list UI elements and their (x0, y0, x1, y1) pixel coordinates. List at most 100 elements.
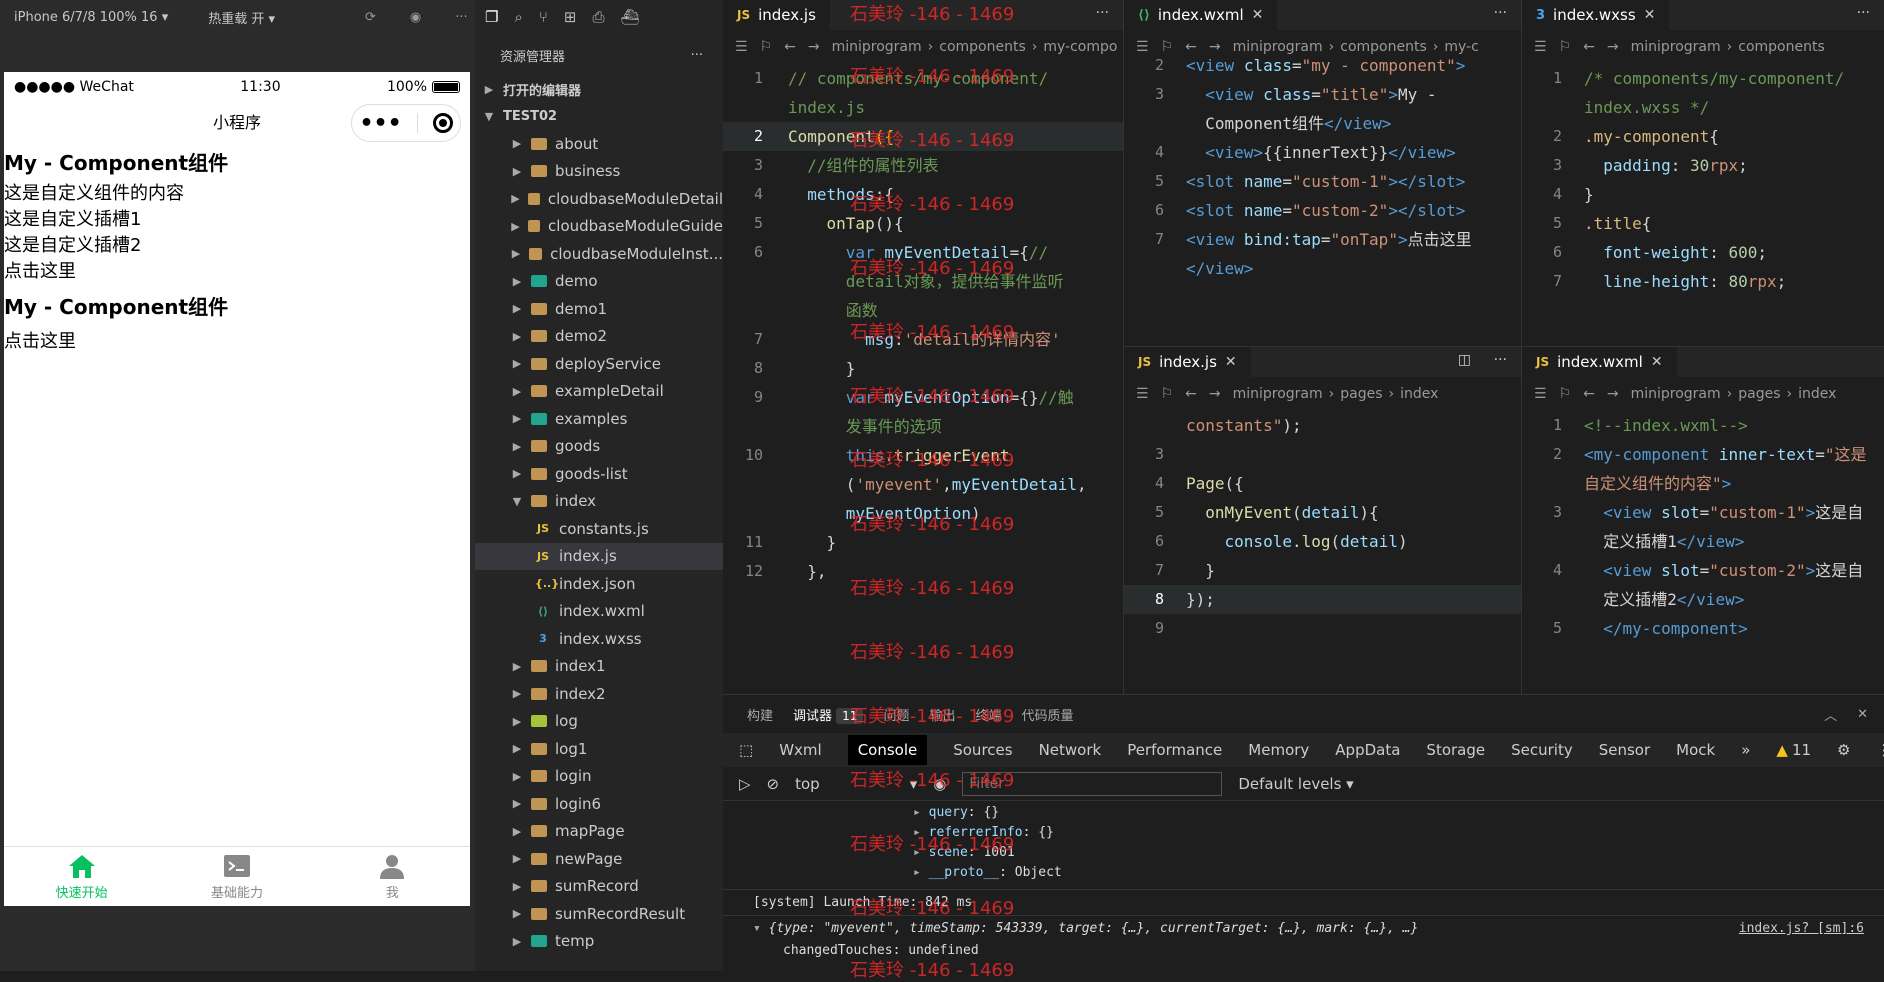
back-icon[interactable]: ← (1583, 39, 1595, 55)
code-line[interactable]: 7<view bind:tap="onTap">点击这里 (1124, 225, 1521, 254)
code-line[interactable]: detail对象，提供给事件监听 (723, 267, 1123, 296)
code-line[interactable]: 函数 (723, 296, 1123, 325)
capsule-menu[interactable]: ••• (351, 104, 461, 142)
tab-basic[interactable]: 基础能力 (159, 847, 314, 906)
tree-item[interactable]: ▶goods-list (475, 460, 723, 488)
breadcrumb-item[interactable]: components (1738, 39, 1825, 55)
forward-icon[interactable]: → (808, 39, 820, 55)
bookmark-icon[interactable]: ⚐ (760, 39, 773, 55)
code-line[interactable]: 6 font-weight: 600; (1522, 238, 1884, 267)
code-line[interactable]: 5<slot name="custom-1"></slot> (1124, 167, 1521, 196)
clear-icon[interactable]: ⊘ (767, 775, 780, 793)
tree-item[interactable]: {..}index.json (475, 570, 723, 598)
sidebar-toggle-icon[interactable]: ▷ (739, 775, 751, 793)
tab-index-js[interactable]: JS index.js (723, 0, 830, 30)
collapse-icon[interactable]: ︿ (1824, 705, 1837, 724)
code-line[interactable]: 7 } (1124, 556, 1521, 585)
tab-output[interactable]: 输出 (929, 705, 955, 724)
tab-index-wxss[interactable]: 3 index.wxss ✕ (1522, 0, 1669, 30)
code-line[interactable]: 2<view class="my - component"> (1124, 51, 1521, 80)
more-icon[interactable]: ··· (1857, 5, 1870, 21)
inspect-icon[interactable]: ⬚ (739, 741, 753, 759)
project-section[interactable]: ▼ TEST02 (475, 103, 723, 130)
settings-icon[interactable]: ⚙ (1837, 741, 1850, 759)
refresh-icon[interactable]: ⟳ (365, 10, 376, 25)
tree-item[interactable]: ▶demo2 (475, 323, 723, 351)
close-icon[interactable]: ✕ (1644, 7, 1656, 23)
tree-item[interactable]: ▶cloudbaseModuleGuide (475, 213, 723, 241)
breadcrumb-item[interactable]: my-compo (1043, 39, 1117, 55)
bookmark-icon[interactable]: ⚐ (1161, 386, 1174, 402)
devtools-tab-network[interactable]: Network (1039, 741, 1102, 759)
breadcrumb-item[interactable]: miniprogram (1631, 386, 1721, 402)
tree-item[interactable]: ▶examples (475, 405, 723, 433)
open-editors-section[interactable]: ▶ 打开的编辑器 (475, 76, 723, 103)
list-icon[interactable]: ☰ (735, 39, 748, 55)
tree-item[interactable]: ⟨⟩index.wxml (475, 598, 723, 626)
tree-item[interactable]: ▶about (475, 130, 723, 158)
debug-icon[interactable]: ⎙ (592, 8, 604, 26)
breadcrumb-item[interactable]: index (1400, 386, 1438, 402)
tree-item[interactable]: ▶cloudbaseModuleInst... (475, 240, 723, 268)
bookmark-icon[interactable]: ⚐ (1559, 386, 1572, 402)
code-line[interactable]: 5 </my-component> (1522, 614, 1884, 643)
tree-item[interactable]: ▶index2 (475, 680, 723, 708)
tree-item[interactable]: ▶newPage (475, 845, 723, 873)
levels-select[interactable]: Default levels ▾ (1238, 775, 1353, 793)
more-icon[interactable]: ··· (1494, 352, 1507, 368)
breadcrumb-item[interactable]: pages (1738, 386, 1780, 402)
event-log[interactable]: ▾ {type: "myevent", timeStamp: 543339, t… (723, 915, 1884, 941)
code-line[interactable]: 4Page({ (1124, 469, 1521, 498)
devtools-tab-storage[interactable]: Storage (1426, 741, 1485, 759)
code-line[interactable]: 7 line-height: 80rpx; (1522, 267, 1884, 296)
console-property[interactable]: ▸ __proto__: Object (913, 863, 1884, 883)
code-line[interactable]: 5 onMyEvent(detail){ (1124, 498, 1521, 527)
code-line[interactable]: 8}); (1124, 585, 1521, 614)
close-icon[interactable]: ✕ (1252, 7, 1264, 23)
tree-item[interactable]: ▶deployService (475, 350, 723, 378)
code-line[interactable]: 3 //组件的属性列表 (723, 151, 1123, 180)
tree-item[interactable]: ▶sumRecord (475, 873, 723, 901)
tab-build[interactable]: 构建 (747, 705, 773, 724)
code-line[interactable]: 3 padding: 30rpx; (1522, 151, 1884, 180)
more-icon[interactable]: ··· (691, 48, 703, 63)
code-line[interactable]: index.js (723, 93, 1123, 122)
forward-icon[interactable]: → (1607, 39, 1619, 55)
code-line[interactable]: 11 } (723, 528, 1123, 557)
breadcrumb-item[interactable]: pages (1340, 386, 1382, 402)
code-line[interactable]: 2.my-component{ (1522, 122, 1884, 151)
devtools-tab-memory[interactable]: Memory (1248, 741, 1309, 759)
tab-index-js[interactable]: JS index.js ✕ (1124, 347, 1251, 377)
device-select[interactable]: iPhone 6/7/8 100% 16 ▾ (14, 10, 168, 25)
code-line[interactable]: 发事件的选项 (723, 412, 1123, 441)
kebab-icon[interactable]: ⋮ (1877, 741, 1884, 759)
tree-item[interactable]: ▶temp (475, 928, 723, 956)
files-icon[interactable]: ❐ (485, 8, 498, 26)
devtools-tab-performance[interactable]: Performance (1127, 741, 1222, 759)
code-line[interactable]: 3 <view class="title">My - (1124, 80, 1521, 109)
code-line[interactable]: 1// components/my-component/ (723, 64, 1123, 93)
list-icon[interactable]: ☰ (1534, 39, 1547, 55)
code-line[interactable]: 定义插槽2</view> (1522, 585, 1884, 614)
code-line[interactable]: 自定义组件的内容"> (1522, 469, 1884, 498)
code-line[interactable]: index.wxss */ (1522, 93, 1884, 122)
forward-icon[interactable]: → (1607, 386, 1619, 402)
tree-item[interactable]: ▶login (475, 763, 723, 791)
code-line[interactable]: </view> (1124, 254, 1521, 283)
code-line[interactable]: 9 var myEventOption={}//触 (723, 383, 1123, 412)
extensions-icon[interactable]: ⊞ (564, 8, 577, 26)
list-icon[interactable]: ☰ (1534, 386, 1547, 402)
more-tabs-icon[interactable]: » (1741, 741, 1750, 759)
stop-icon[interactable]: ◉ (410, 10, 421, 25)
code-line[interactable]: 2Component({ (723, 122, 1123, 151)
devtools-tab-appdata[interactable]: AppData (1335, 741, 1400, 759)
tree-item[interactable]: ▶goods (475, 433, 723, 461)
tab-debugger[interactable]: 调试器 11 (793, 705, 863, 724)
code-line[interactable]: ('myevent',myEventDetail, (723, 470, 1123, 499)
tab-problems[interactable]: 问题 (883, 705, 909, 724)
source-link[interactable]: index.js? [sm]:6 (1739, 916, 1864, 942)
code-line[interactable]: myEventOption) (723, 499, 1123, 528)
close-icon[interactable]: ✕ (1857, 707, 1868, 722)
tree-item[interactable]: 3index.wxss (475, 625, 723, 653)
close-icon[interactable]: ✕ (1225, 354, 1237, 370)
